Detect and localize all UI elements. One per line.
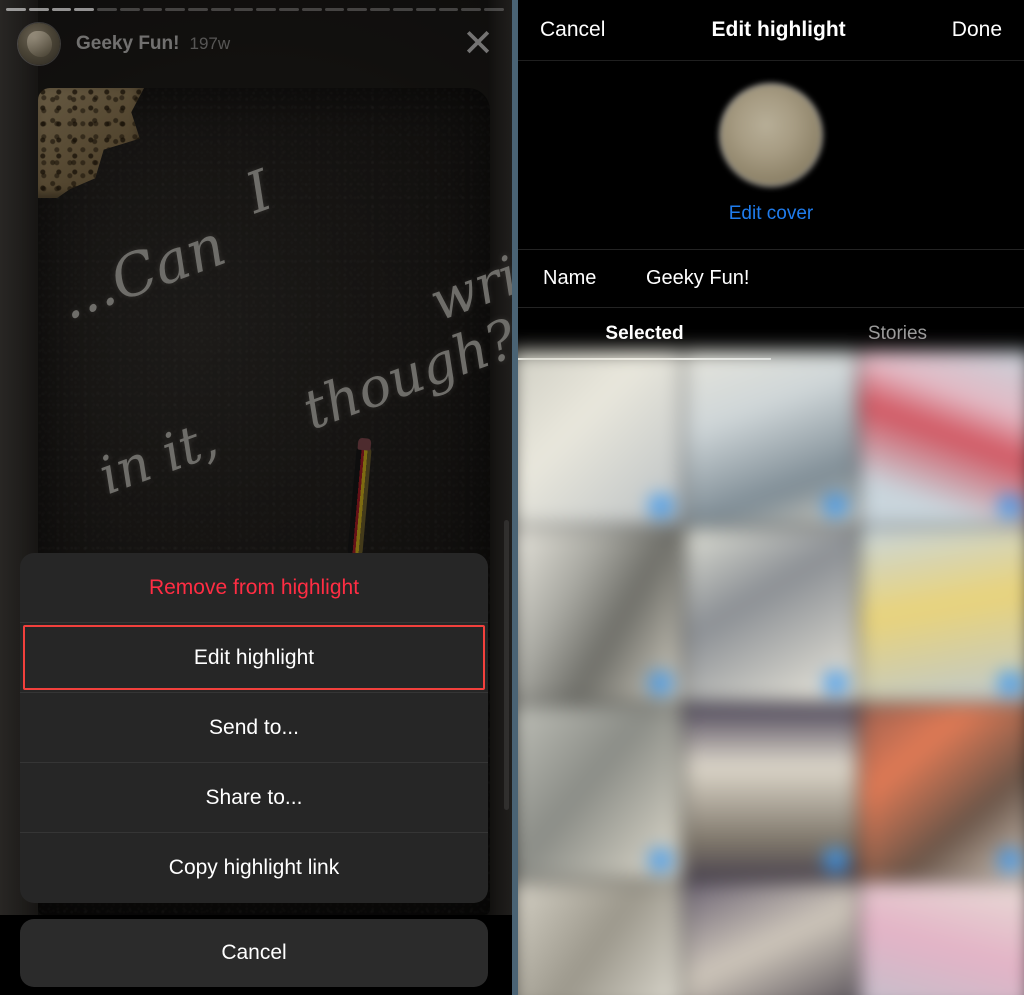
progress-segment[interactable] xyxy=(74,8,95,11)
progress-segment[interactable] xyxy=(233,8,254,11)
progress-segment[interactable] xyxy=(188,8,208,11)
handwriting-line-5: though?? xyxy=(294,296,512,443)
progress-segment[interactable] xyxy=(415,8,436,11)
name-input[interactable]: Geeky Fun! xyxy=(646,267,749,290)
handwriting-line-1: ...Can xyxy=(49,210,235,334)
name-label: Name xyxy=(543,267,597,289)
progress-segment[interactable] xyxy=(119,8,140,11)
story-progress-bar[interactable] xyxy=(6,8,504,12)
selected-checkmark-icon xyxy=(649,848,673,872)
selected-checkmark-icon xyxy=(998,494,1022,518)
progress-segment[interactable] xyxy=(301,8,322,11)
selected-checkmark-icon xyxy=(824,494,847,518)
avatar[interactable] xyxy=(18,23,60,65)
progress-segment[interactable] xyxy=(347,8,368,11)
progress-segment[interactable] xyxy=(461,8,482,11)
progress-segment[interactable] xyxy=(370,8,391,11)
handwriting-line-4: in it, xyxy=(91,409,226,507)
action-sheet-list: Remove from highlight Edit highlight Send … xyxy=(20,553,488,903)
name-row: Name Geeky Fun! xyxy=(518,250,1024,308)
progress-segment[interactable] xyxy=(484,8,504,11)
story-header: Geeky Fun! 197w ✕ xyxy=(0,18,512,70)
story-thumbnail-cell[interactable] xyxy=(684,527,858,703)
story-thumbnail-cell[interactable] xyxy=(518,704,683,880)
done-button[interactable]: Done xyxy=(952,18,1002,42)
cancel-button[interactable]: Cancel xyxy=(540,18,605,42)
story-thumbnail-grid xyxy=(518,350,1024,995)
progress-segment[interactable] xyxy=(324,8,345,11)
progress-segment[interactable] xyxy=(438,8,459,11)
action-sheet-item[interactable]: Copy highlight link xyxy=(20,833,488,903)
selected-checkmark-icon xyxy=(649,671,673,695)
highlight-cover-thumbnail[interactable] xyxy=(721,85,821,185)
story-thumbnail-cell[interactable] xyxy=(684,350,858,526)
navigation-bar: Cancel Edit highlight Done xyxy=(518,0,1024,61)
action-sheet-item[interactable]: Send to... xyxy=(20,693,488,763)
story-thumbnail-cell[interactable] xyxy=(859,527,1024,703)
handwriting-line-2: I xyxy=(237,158,281,227)
story-viewer-panel: ...Can I write in it, though?? Geeky Fun… xyxy=(0,0,512,995)
page-title: Edit highlight xyxy=(711,18,846,41)
action-sheet-cancel-button[interactable]: Cancel xyxy=(20,919,488,987)
story-thumbnail-cell[interactable] xyxy=(518,881,683,995)
story-thumbnail-cell[interactable] xyxy=(859,704,1024,880)
edit-highlight-panel: Cancel Edit highlight Done Edit cover Na… xyxy=(518,0,1024,995)
progress-segment[interactable] xyxy=(393,8,413,11)
selected-checkmark-icon xyxy=(824,671,847,695)
action-sheet-item[interactable]: Share to... xyxy=(20,763,488,833)
selected-checkmark-icon xyxy=(998,848,1022,872)
progress-segment[interactable] xyxy=(279,8,299,11)
selected-checkmark-icon xyxy=(998,671,1022,695)
story-thumbnail-cell[interactable] xyxy=(518,527,683,703)
story-thumbnail-cell[interactable] xyxy=(859,350,1024,526)
story-scrollbar[interactable] xyxy=(504,520,509,810)
cover-section: Edit cover xyxy=(518,61,1024,250)
action-sheet-item[interactable]: Remove from highlight xyxy=(20,553,488,623)
edit-cover-button[interactable]: Edit cover xyxy=(729,203,813,225)
action-sheet-item[interactable]: Edit highlight xyxy=(20,623,488,693)
selected-checkmark-icon xyxy=(824,848,847,872)
story-thumbnail-cell[interactable] xyxy=(684,704,858,880)
story-timestamp: 197w xyxy=(189,34,231,53)
close-x-icon[interactable]: ✕ xyxy=(462,25,494,63)
screenshot-root: ...Can I write in it, though?? Geeky Fun… xyxy=(0,0,1024,995)
progress-segment[interactable] xyxy=(142,8,163,11)
progress-segment[interactable] xyxy=(256,8,277,11)
selected-checkmark-icon xyxy=(649,494,673,518)
progress-segment[interactable] xyxy=(28,8,49,11)
progress-segment[interactable] xyxy=(51,8,72,11)
story-thumbnail-cell[interactable] xyxy=(859,881,1024,995)
progress-segment[interactable] xyxy=(6,8,26,11)
action-sheet: Remove from highlight Edit highlight Send … xyxy=(20,553,488,987)
progress-segment[interactable] xyxy=(97,8,117,11)
progress-segment[interactable] xyxy=(210,8,231,11)
story-thumbnail-cell[interactable] xyxy=(518,350,683,526)
progress-segment[interactable] xyxy=(165,8,186,11)
story-username[interactable]: Geeky Fun! xyxy=(76,33,179,55)
story-thumbnail-cell[interactable] xyxy=(684,881,858,995)
